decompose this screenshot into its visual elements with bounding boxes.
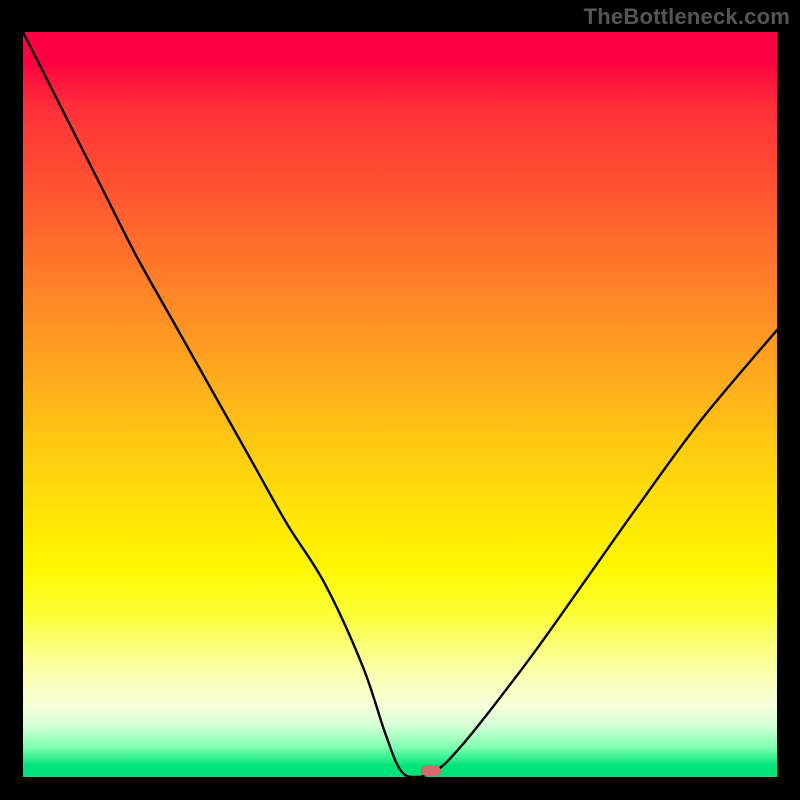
optimal-point-marker bbox=[421, 766, 441, 776]
chart-frame: TheBottleneck.com bbox=[0, 0, 800, 800]
attribution-watermark: TheBottleneck.com bbox=[584, 4, 790, 30]
plot-area bbox=[23, 32, 777, 777]
bottleneck-curve bbox=[23, 32, 777, 777]
